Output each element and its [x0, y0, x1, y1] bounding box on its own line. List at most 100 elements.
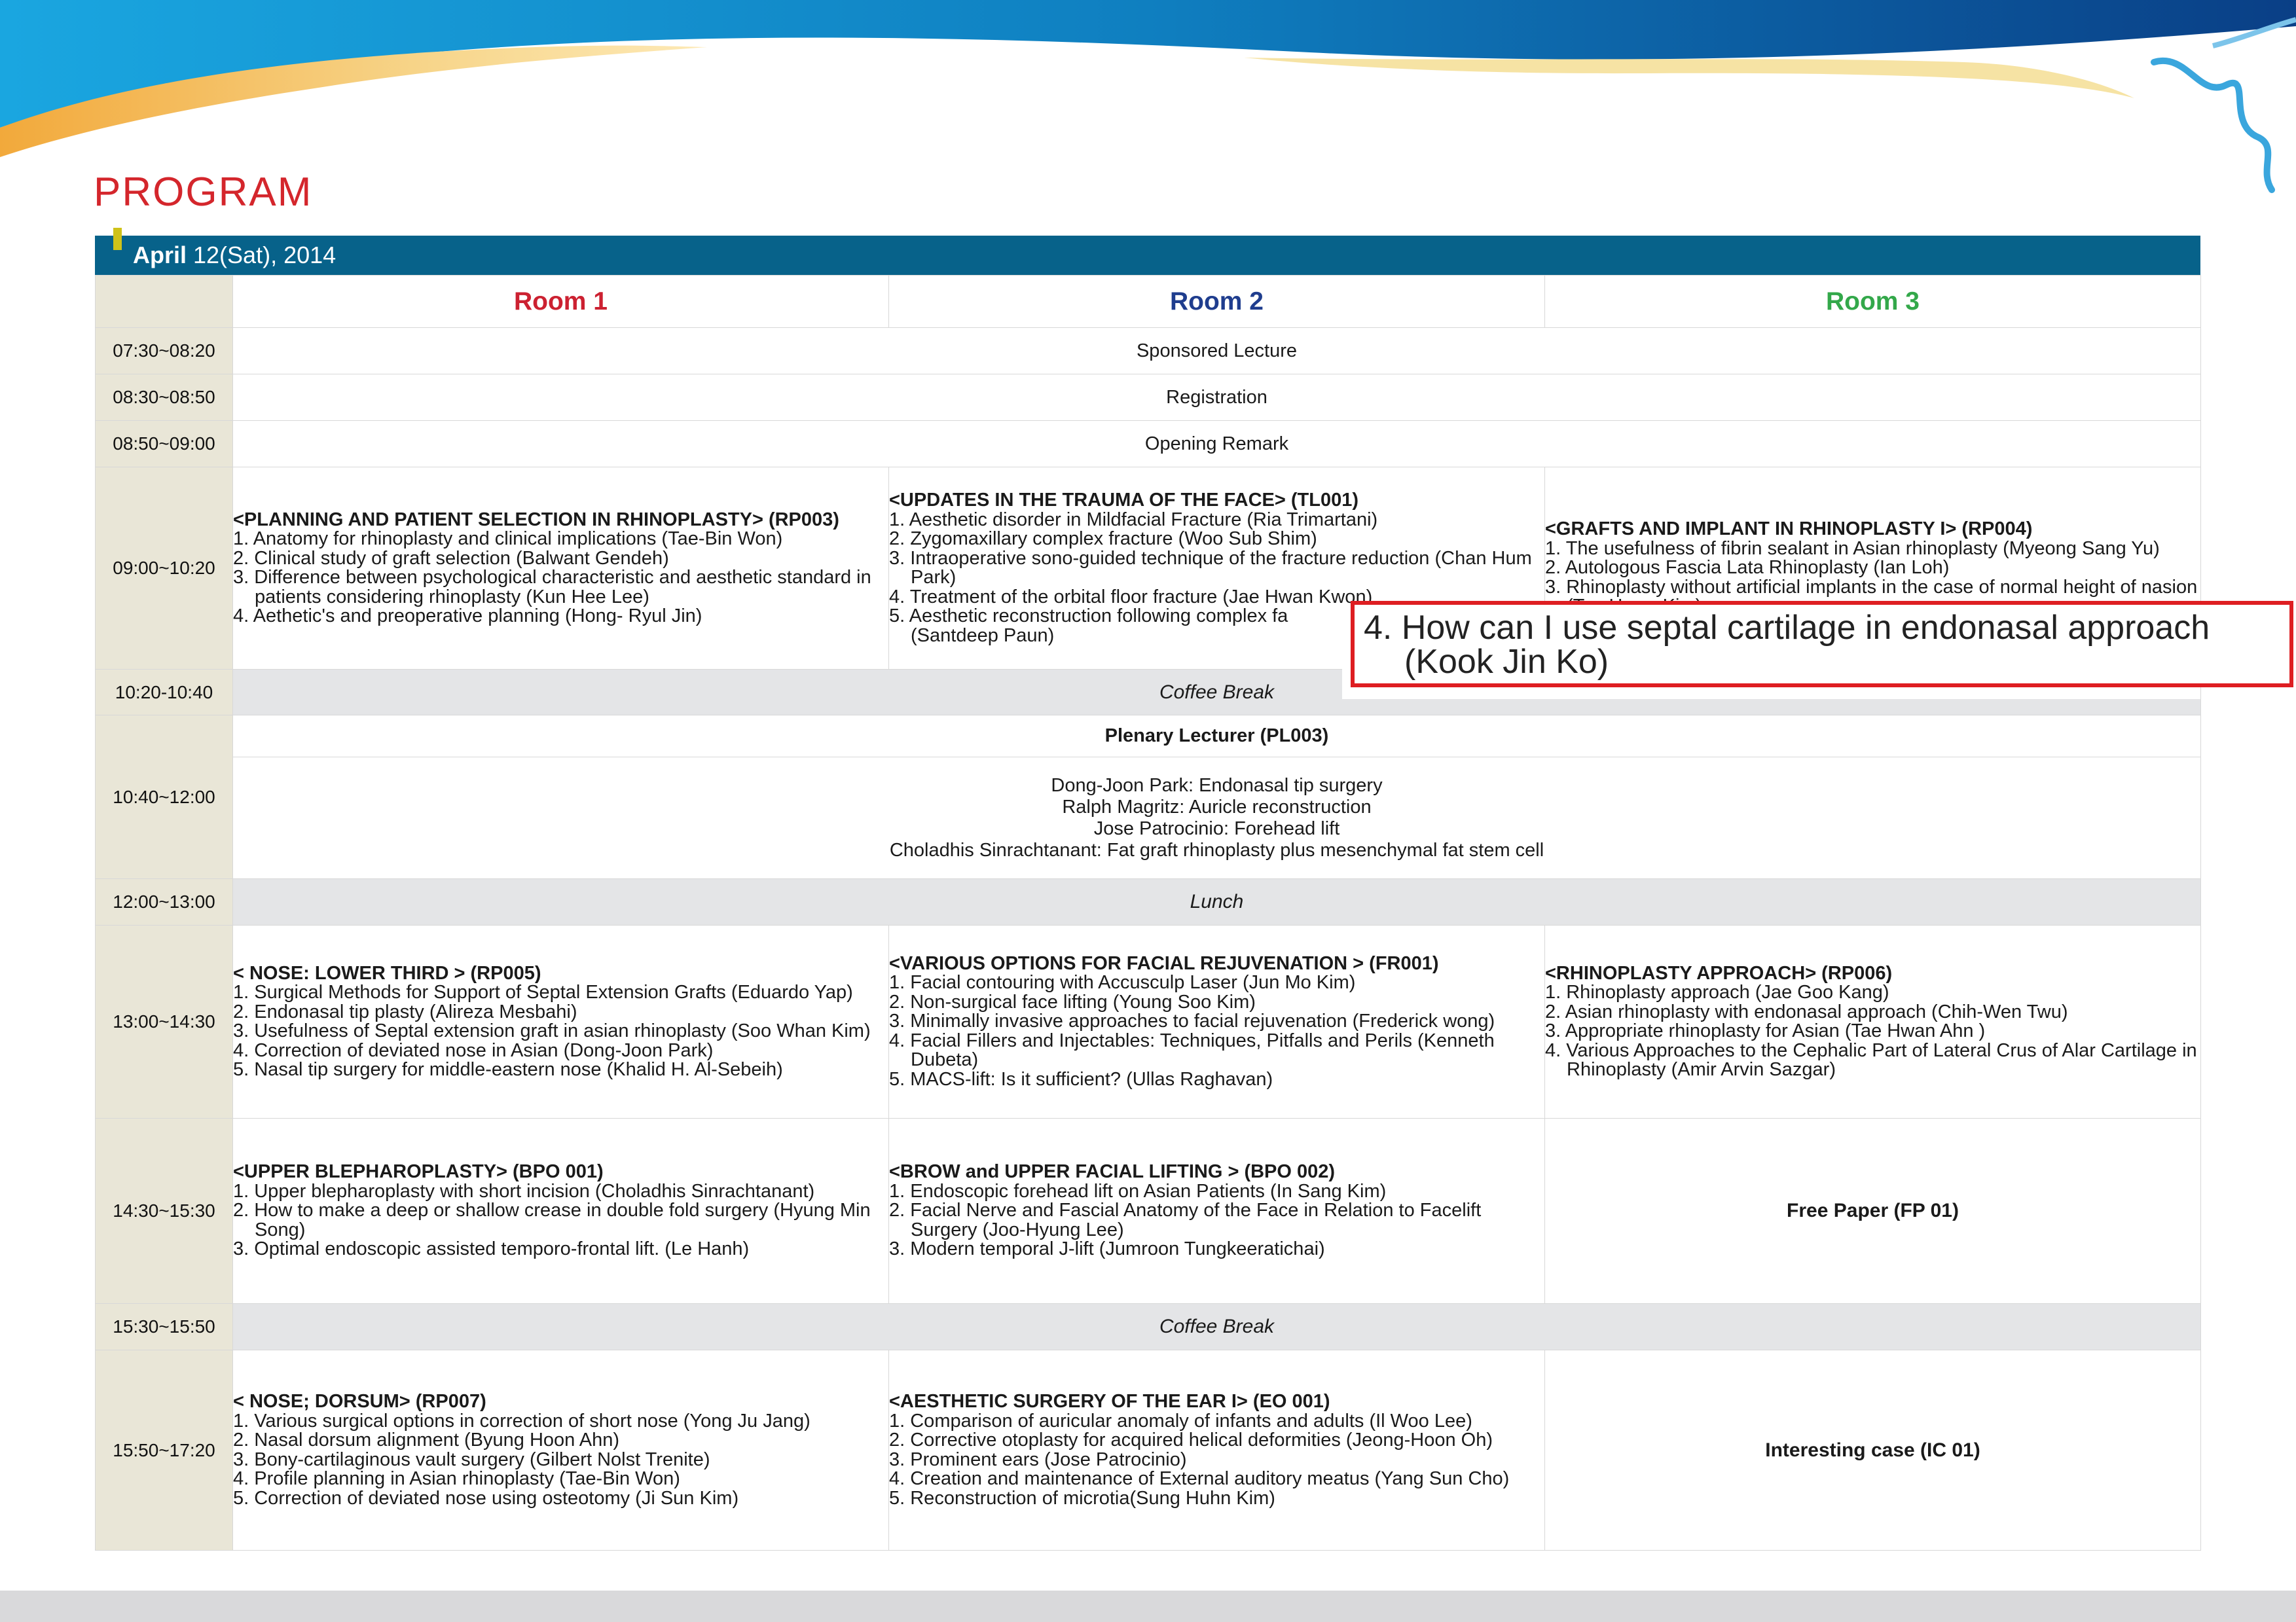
opening-remark: Opening Remark: [232, 420, 2201, 467]
room-header-row: Room 1 Room 2 Room 3: [95, 275, 2201, 328]
time-slot: 15:30~15:50: [95, 1303, 233, 1350]
time-slot: 15:50~17:20: [95, 1350, 233, 1551]
talk-item: 3. Prominent ears (Jose Patrocinio): [889, 1449, 1187, 1470]
talk-item: 3. Minimally invasive approaches to faci…: [889, 1011, 1495, 1032]
talk-item: 2. Autologous Fascia Lata Rhinoplasty (I…: [1545, 557, 1950, 579]
schedule-row: Dong-Joon Park: Endonasal tip surgery Ra…: [96, 757, 2201, 879]
session-title: <RHINOPLASTY APPROACH> (RP006): [1545, 962, 1893, 984]
time-slot: 09:00~10:20: [95, 467, 233, 670]
session-room-2: <VARIOUS OPTIONS FOR FACIAL REJUVENATION…: [888, 925, 1545, 1119]
talk-item: 1. Rhinoplasty approach (Jae Goo Kang): [1545, 982, 1889, 1003]
session-room-2: <BROW and UPPER FACIAL LIFTING > (BPO 00…: [888, 1118, 1545, 1304]
talk-item: 4. Creation and maintenance of External …: [889, 1468, 1510, 1489]
session-room-1: < NOSE; DORSUM> (RP007) 1. Various surgi…: [232, 1350, 889, 1551]
talk-item: 5. Correction of deviated nose using ost…: [233, 1487, 739, 1509]
talk-item: 2. Nasal dorsum alignment (Byung Hoon Ah…: [233, 1430, 619, 1451]
talk-item: 1. Upper blepharoplasty with short incis…: [233, 1180, 815, 1202]
interesting-case-session: Interesting case (IC 01): [1544, 1350, 2201, 1551]
talk-item: 3. Modern temporal J-lift (Jumroon Tungk…: [889, 1238, 1325, 1260]
sponsored-lecture: Sponsored Lecture: [232, 327, 2201, 374]
date-header-bar: April 12(Sat), 2014: [95, 228, 2200, 275]
date-day-year: 12(Sat), 2014: [193, 242, 337, 268]
talk-item: 4. Profile planning in Asian rhinoplasty…: [233, 1468, 680, 1489]
plenary-title: Plenary Lecturer (PL003): [232, 715, 2201, 757]
time-slot: 10:40~12:00: [95, 715, 233, 879]
talk-item: 3. Appropriate rhinoplasty for Asian (Ta…: [1545, 1020, 1986, 1041]
schedule-row: 07:30~08:20 Sponsored Lecture: [95, 327, 2201, 374]
program-schedule-table: Room 1 Room 2 Room 3 07:30~08:20 Sponsor…: [95, 275, 2201, 1551]
talk-item: 3. Difference between psychological char…: [233, 567, 871, 607]
talk-item: 4. Various Approaches to the Cephalic Pa…: [1545, 1039, 2197, 1080]
talk-item: 4. Aethetic's and preoperative planning …: [233, 605, 702, 626]
time-slot: 12:00~13:00: [95, 878, 233, 926]
session-room-1: < NOSE: LOWER THIRD > (RP005) 1. Surgica…: [232, 925, 889, 1119]
schedule-row: 14:30~15:30 <UPPER BLEPHAROPLASTY> (BPO …: [95, 1118, 2201, 1304]
session-title: <PLANNING AND PATIENT SELECTION IN RHINO…: [233, 509, 839, 530]
talk-item: 1. The usefulness of fibrin sealant in A…: [1545, 537, 2160, 559]
time-slot: 10:20-10:40: [95, 669, 233, 715]
plenary-lecture-item: Jose Patrocinio: Forehead lift: [1093, 818, 1340, 839]
session-room-1: <UPPER BLEPHAROPLASTY> (BPO 001) 1. Uppe…: [232, 1118, 889, 1304]
talk-item: 1. Comparison of auricular anomaly of in…: [889, 1410, 1472, 1432]
room-1-header: Room 1: [232, 275, 889, 328]
talk-item: 2. Corrective otoplasty for acquired hel…: [889, 1430, 1493, 1451]
schedule-row: 15:50~17:20 < NOSE; DORSUM> (RP007) 1. V…: [95, 1350, 2201, 1551]
header-wave-decoration: [0, 0, 2296, 193]
registration: Registration: [232, 374, 2201, 421]
talk-item: 3. Intraoperative sono-guided technique …: [889, 547, 1532, 588]
schedule-row: 13:00~14:30 < NOSE: LOWER THIRD > (RP005…: [95, 925, 2201, 1119]
talk-item: 2. Non-surgical face lifting (Young Soo …: [889, 991, 1256, 1013]
talk-item: 3. Optimal endoscopic assisted temporo-f…: [233, 1238, 750, 1260]
session-title: <BROW and UPPER FACIAL LIFTING > (BPO 00…: [889, 1161, 1336, 1183]
talk-item: 2. Facial Nerve and Fascial Anatomy of t…: [889, 1200, 1482, 1240]
schedule-row: 15:30~15:50 Coffee Break: [95, 1303, 2201, 1350]
talk-item: 4. Facial Fillers and Injectables: Techn…: [889, 1030, 1495, 1071]
overlay-speaker-line: (Kook Jin Ko): [1404, 643, 1609, 681]
talk-item: 1. Facial contouring with Accusculp Lase…: [889, 972, 1356, 994]
session-room-2: <AESTHETIC SURGERY OF THE EAR I> (EO 001…: [888, 1350, 1545, 1551]
talk-item: 5. MACS-lift: Is it sufficient? (Ullas R…: [889, 1068, 1273, 1090]
session-title: <UPDATES IN THE TRAUMA OF THE FACE> (TL0…: [889, 490, 1358, 511]
free-paper-session: Free Paper (FP 01): [1544, 1118, 2201, 1304]
talk-item: 3. Usefulness of Septal extension graft …: [233, 1020, 871, 1041]
talk-item: 2. How to make a deep or shallow crease …: [233, 1200, 871, 1240]
talk-item: 5. Nasal tip surgery for middle-eastern …: [233, 1059, 783, 1080]
schedule-row: 12:00~13:00 Lunch: [95, 878, 2201, 926]
talk-item: 3. Bony-cartilaginous vault surgery (Gil…: [233, 1449, 710, 1470]
session-title: < NOSE: LOWER THIRD > (RP005): [233, 962, 541, 984]
room-3-header: Room 3: [1544, 275, 2201, 328]
talk-item: 2. Endonasal tip plasty (Alireza Mesbahi…: [233, 1001, 577, 1022]
schedule-row: 08:50~09:00 Opening Remark: [95, 420, 2201, 467]
room-2-header: Room 2: [888, 275, 1545, 328]
page-title: PROGRAM: [94, 170, 313, 215]
footer-band: [0, 1591, 2296, 1622]
session-title: <AESTHETIC SURGERY OF THE EAR I> (EO 001…: [889, 1391, 1330, 1412]
talk-item: 1. Endoscopic forehead lift on Asian Pat…: [889, 1180, 1387, 1202]
schedule-row: 10:40~12:00 Plenary Lecturer (PL003): [95, 715, 2201, 879]
plenary-lectures: Dong-Joon Park: Endonasal tip surgery Ra…: [232, 757, 2201, 879]
session-room-1: <PLANNING AND PATIENT SELECTION IN RHINO…: [232, 467, 889, 670]
time-slot: 13:00~14:30: [95, 925, 233, 1119]
talk-item: 1. Anatomy for rhinoplasty and clinical …: [233, 528, 783, 549]
session-title: <UPPER BLEPHAROPLASTY> (BPO 001): [233, 1161, 604, 1183]
plenary-lecture-item: Dong-Joon Park: Endonasal tip surgery: [1051, 774, 1383, 796]
coffee-break: Coffee Break: [232, 1303, 2201, 1350]
talk-item: 5. Reconstruction of microtia(Sung Huhn …: [889, 1487, 1275, 1509]
talk-item: 2. Zygomaxillary complex fracture (Woo S…: [889, 528, 1317, 549]
date-bar-accent: [113, 228, 122, 250]
time-slot: 08:50~09:00: [95, 420, 233, 467]
session-room-3: <RHINOPLASTY APPROACH> (RP006) 1. Rhinop…: [1544, 925, 2201, 1119]
lunch-break: Lunch: [232, 878, 2201, 926]
date-month: April: [133, 242, 187, 268]
time-slot: 14:30~15:30: [95, 1118, 233, 1304]
overlay-talk-line: 4. How can I use septal cartilage in end…: [1364, 609, 2210, 647]
plenary-lecture-item: Choladhis Sinrachtanant: Fat graft rhino…: [889, 839, 1544, 861]
plenary-lecture-item: Ralph Magritz: Auricle reconstruction: [1062, 796, 1372, 818]
time-slot: 08:30~08:50: [95, 374, 233, 421]
talk-item: 2. Asian rhinoplasty with endonasal appr…: [1545, 1001, 2068, 1022]
talk-item: 2. Clinical study of graft selection (Ba…: [233, 547, 669, 569]
session-title: < NOSE; DORSUM> (RP007): [233, 1391, 486, 1412]
time-column-header: [95, 275, 233, 328]
highlighted-text-box[interactable]: 4. How can I use septal cartilage in end…: [1351, 601, 2293, 687]
talk-item: 1. Aesthetic disorder in Mildfacial Frac…: [889, 509, 1378, 530]
